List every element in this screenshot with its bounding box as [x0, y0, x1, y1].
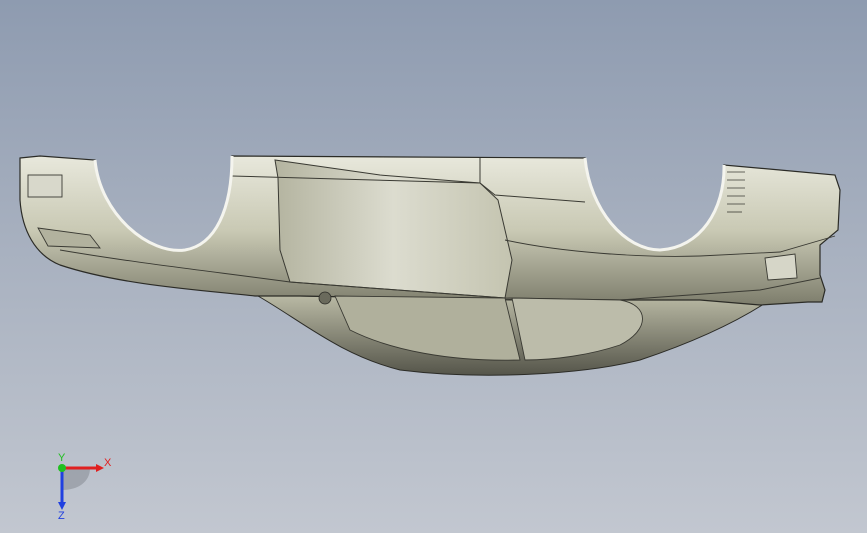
- orientation-triad: X Y Z: [58, 452, 112, 520]
- car-body-model[interactable]: [0, 0, 867, 533]
- headlamp-recess: [27, 174, 63, 198]
- triad-shadow: [62, 468, 90, 490]
- rear-lamp-recess: [764, 253, 798, 281]
- z-axis-label: Z: [58, 510, 65, 520]
- door-handle: [318, 291, 332, 305]
- x-axis-arrow-icon: [96, 464, 104, 472]
- graphics-viewport[interactable]: X Y Z: [0, 0, 867, 533]
- x-axis-label: X: [104, 457, 112, 469]
- y-axis-label: Y: [58, 452, 66, 464]
- y-axis-dot-icon: [58, 464, 66, 472]
- z-axis-arrow-icon: [58, 502, 66, 510]
